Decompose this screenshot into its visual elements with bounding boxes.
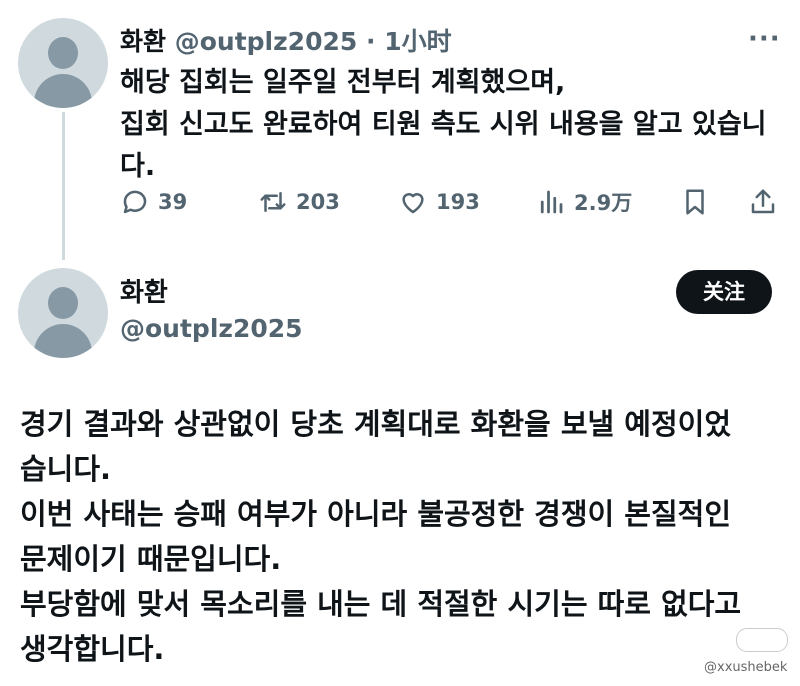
logo-stamp <box>736 628 788 652</box>
avatar-head <box>48 287 78 319</box>
like-count: 193 <box>436 190 480 214</box>
tweet-text-line: 습니다. <box>20 452 112 486</box>
views-button[interactable]: 2.9万 <box>536 180 632 224</box>
heart-icon <box>402 193 424 214</box>
views-icon <box>540 190 563 214</box>
more-icon[interactable]: ··· <box>748 24 781 54</box>
avatar[interactable] <box>18 18 108 108</box>
bookmark-icon <box>686 189 704 215</box>
tweet-text: 경기 결과와 상관없이 당초 계획대로 화환을 보낼 예정이었 습니다. 이번 … <box>20 402 780 672</box>
post-time[interactable]: 1小时 <box>384 27 451 56</box>
avatar-body <box>34 74 92 108</box>
reply-icon <box>123 190 147 214</box>
tweet-text-line: 문제이기 때문입니다. <box>20 542 282 576</box>
retweet-count: 203 <box>296 190 340 214</box>
author-name[interactable]: 화환 <box>120 272 168 309</box>
tweet-text-line: 부당함에 맞서 목소리를 내는 데 적절한 시기는 따로 없다고 <box>20 587 742 621</box>
tweet-text-line: 해당 집회는 일주일 전부터 계획했으며, <box>120 67 566 98</box>
tweet-text-line: 경기 결과와 상관없이 당초 계획대로 화환을 보낼 예정이었 <box>20 407 731 441</box>
share-icon <box>751 189 775 214</box>
like-button[interactable]: 193 <box>398 180 480 224</box>
bookmark-button[interactable] <box>680 180 718 224</box>
author-handle[interactable]: @outplz2025 <box>120 314 303 343</box>
tweet-header: 화환 @outplz2025 · 1小时 <box>120 22 452 58</box>
tweet-text: 해당 집회는 일주일 전부터 계획했으며, 집회 신고도 완료하여 티원 측도 … <box>120 62 770 188</box>
avatar[interactable] <box>18 268 108 358</box>
tweet-text-line: 이번 사태는 승패 여부가 아니라 불공정한 경쟁이 본질적인 <box>20 497 731 531</box>
share-button[interactable] <box>748 180 786 224</box>
avatar-head <box>48 37 78 69</box>
reply-button[interactable]: 39 <box>120 180 187 224</box>
author-name[interactable]: 화환 <box>120 27 166 56</box>
retweet-icon <box>260 192 286 212</box>
watermark: @xxushebek <box>704 660 788 675</box>
tweet-text-line: 집회 신고도 완료하여 티원 측도 시위 내용을 알고 있습니 <box>120 109 767 140</box>
thread-connector-line <box>62 112 65 260</box>
follow-button[interactable]: 关注 <box>676 270 772 314</box>
author-handle[interactable]: @outplz2025 <box>175 27 358 56</box>
tweet-text-line: 생각합니다. <box>20 632 165 666</box>
reply-count: 39 <box>158 190 188 214</box>
tweet-actions: 39 203 193 2.9万 <box>120 180 780 224</box>
retweet-button[interactable]: 203 <box>258 180 340 224</box>
views-count: 2.9万 <box>574 191 633 215</box>
header-separator: · <box>365 27 376 56</box>
avatar-body <box>34 324 92 358</box>
